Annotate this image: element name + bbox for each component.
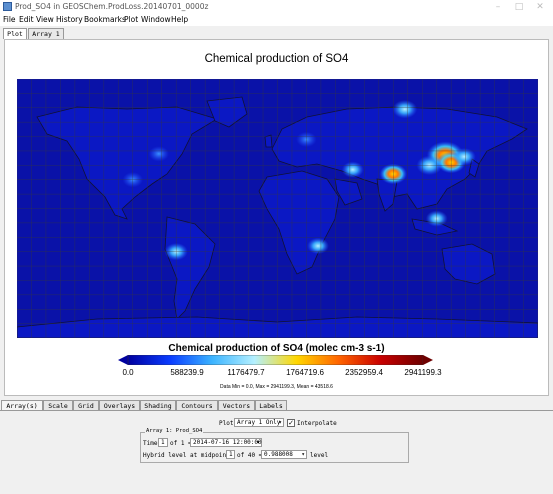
chart-title: Chemical production of SO4 [204,53,349,65]
level-label: Hybrid level at midpoints [143,452,234,459]
level-index-field[interactable]: 1 [226,450,235,459]
plot-label: Plot [219,420,234,427]
menu-history[interactable]: History [56,15,83,24]
title-bar: Prod_SO4 in GEOSChem.ProdLoss.20140701_0… [0,0,553,14]
maximize-button[interactable]: □ [509,1,529,13]
data-stats: Data Min = 0.0, Max = 2941199.3, Mean = … [220,384,333,390]
plot-mode-select[interactable]: Array 1 Only ▾ [234,418,284,427]
hotspot-eastern-us [148,146,170,162]
colorbar [118,355,433,365]
tab-array-1[interactable]: Array 1 [28,28,64,39]
interpolate-checkbox[interactable]: ✓ [287,419,295,427]
level-select[interactable]: 0.988008 ▾ [261,450,307,459]
time-select[interactable]: 2014-07-16 12:00:00 ▾ [190,438,262,447]
interpolate-label: Interpolate [297,420,337,427]
menu-view[interactable]: View [36,15,54,24]
colorbar-tick-label: 1176479.7 [227,368,265,377]
menu-bar: File Edit View History Bookmarks Plot Wi… [0,14,553,26]
colorbar-tick-label: 0.0 [122,368,134,377]
time-of-label: of 1 = [170,440,192,447]
minimize-button[interactable]: – [488,1,508,13]
menu-file[interactable]: File [3,15,16,24]
hotspot-russia [392,99,418,119]
tab-plot[interactable]: Plot [3,28,27,39]
colorbar-tick-label: 2941199.3 [404,368,442,377]
chevron-down-icon: ▾ [256,439,260,446]
time-label: Time [143,440,158,447]
colorbar-tick-label: 1764719.6 [286,368,324,377]
menu-help[interactable]: Help [171,15,188,24]
colorbar-tick-label: 2352959.4 [345,368,383,377]
map-plot [17,79,538,338]
level-of-label: of 40 = [237,452,263,459]
chevron-down-icon: ▾ [278,419,282,426]
menu-plot[interactable]: Plot [124,15,138,24]
level-unit: level [310,452,329,459]
chevron-down-icon: ▾ [301,451,305,458]
menu-bookmarks[interactable]: Bookmarks [84,15,126,24]
colorbar-min-arrow [118,355,128,365]
hotspot-persian-gulf [341,161,364,178]
window-title: Prod_SO4 in GEOSChem.ProdLoss.20140701_0… [15,2,209,11]
app-icon [3,2,12,11]
colorbar-title: Chemical production of SO4 (molec cm-3 s… [168,343,385,354]
menu-edit[interactable]: Edit [19,15,34,24]
colorbar-tick-label: 588239.9 [170,368,204,377]
hotspot-korea-japan [452,148,476,166]
menu-window[interactable]: Window [141,15,171,24]
close-button[interactable]: ✕ [530,1,550,13]
array-group-label: Array 1: Prod_SO4 [145,428,204,434]
colorbar-max-arrow [423,355,433,365]
landmass-uk [264,134,273,148]
time-index-field[interactable]: 1 [158,438,168,447]
